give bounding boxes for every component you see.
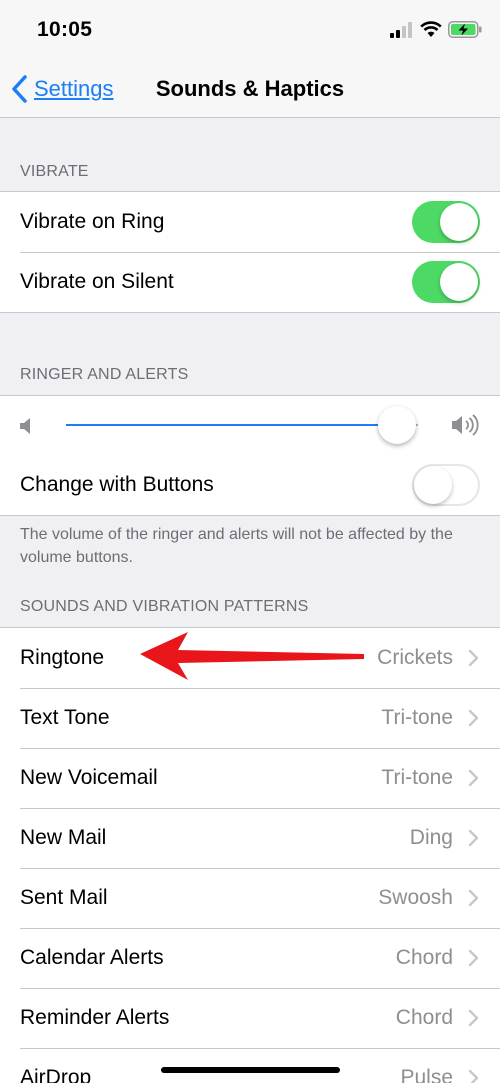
battery-charging-icon — [448, 21, 482, 38]
row-label: Ringtone — [20, 646, 105, 669]
chevron-right-icon — [468, 709, 479, 727]
section-header-ringer: RINGER AND ALERTS — [20, 366, 189, 383]
toggle-knob — [440, 203, 478, 241]
cellular-signal-icon — [390, 22, 412, 38]
vibrate-group: Vibrate on Ring Vibrate on Silent — [0, 191, 500, 313]
row-label: Calendar Alerts — [20, 946, 164, 969]
vibrate-on-silent-toggle[interactable] — [412, 261, 480, 303]
sound-row-airdrop[interactable]: AirDrop Pulse — [0, 1048, 500, 1083]
volume-low-icon — [20, 418, 30, 434]
ringer-footer-note: The volume of the ringer and alerts will… — [20, 526, 453, 566]
sound-row-sent-mail[interactable]: Sent Mail Swoosh — [0, 868, 500, 928]
chevron-right-icon — [468, 769, 479, 787]
row-label: New Mail — [20, 826, 107, 849]
row-value: Tri-tone — [381, 706, 453, 729]
navigation-bar: Settings Sounds & Haptics — [0, 60, 500, 118]
row-label: New Voicemail — [20, 766, 158, 789]
wifi-icon — [420, 21, 442, 37]
row-label: Sent Mail — [20, 886, 108, 909]
chevron-right-icon — [468, 949, 479, 967]
row-value: Crickets — [377, 646, 453, 669]
row-value: Pulse — [400, 1066, 453, 1083]
status-time: 10:05 — [37, 18, 93, 41]
row-label: Vibrate on Ring — [20, 210, 165, 233]
row-value: Chord — [395, 1006, 453, 1029]
row-value: Tri-tone — [381, 766, 453, 789]
sound-row-calendar-alerts[interactable]: Calendar Alerts Chord — [0, 928, 500, 988]
sound-row-new-mail[interactable]: New Mail Ding — [0, 808, 500, 868]
vibrate-on-ring-row[interactable]: Vibrate on Ring — [0, 192, 500, 252]
row-label: Reminder Alerts — [20, 1006, 170, 1029]
sounds-haptics-screen: 10:05 Settings Sounds & Haptics VIBRATE … — [0, 0, 500, 1083]
row-value: Ding — [409, 826, 453, 849]
section-header-sounds: SOUNDS AND VIBRATION PATTERNS — [20, 598, 309, 615]
chevron-right-icon — [468, 1069, 479, 1083]
volume-slider-track[interactable] — [66, 424, 418, 426]
sound-row-new-voicemail[interactable]: New Voicemail Tri-tone — [0, 748, 500, 808]
row-label: Text Tone — [20, 706, 110, 729]
page-title: Sounds & Haptics — [155, 76, 345, 101]
row-value: Chord — [395, 946, 453, 969]
status-bar: 10:05 — [0, 0, 500, 60]
toggle-knob — [414, 466, 452, 504]
vibrate-on-silent-row[interactable]: Vibrate on Silent — [0, 252, 500, 312]
sound-row-text-tone[interactable]: Text Tone Tri-tone — [0, 688, 500, 748]
red-arrow-annotation — [140, 632, 364, 680]
sounds-group: Ringtone Crickets Text Tone Tri-tone New… — [0, 627, 500, 1083]
chevron-right-icon — [468, 649, 479, 667]
ringer-group: Change with Buttons — [0, 395, 500, 516]
sound-row-reminder-alerts[interactable]: Reminder Alerts Chord — [0, 988, 500, 1048]
volume-high-icon — [452, 414, 479, 436]
home-indicator[interactable] — [161, 1067, 340, 1073]
change-with-buttons-toggle[interactable] — [412, 464, 480, 506]
chevron-right-icon — [468, 1009, 479, 1027]
volume-slider-fill — [66, 424, 397, 426]
section-header-vibrate: VIBRATE — [20, 163, 89, 180]
volume-slider-knob[interactable] — [378, 406, 416, 444]
change-with-buttons-row[interactable]: Change with Buttons — [0, 455, 500, 515]
chevron-right-icon — [468, 829, 479, 847]
row-value: Swoosh — [378, 886, 453, 909]
toggle-knob — [440, 263, 478, 301]
row-label: AirDrop — [20, 1066, 92, 1083]
volume-slider-row — [0, 396, 500, 455]
row-label: Vibrate on Silent — [20, 270, 174, 293]
chevron-right-icon — [468, 889, 479, 907]
row-label: Change with Buttons — [20, 473, 214, 496]
vibrate-on-ring-toggle[interactable] — [412, 201, 480, 243]
